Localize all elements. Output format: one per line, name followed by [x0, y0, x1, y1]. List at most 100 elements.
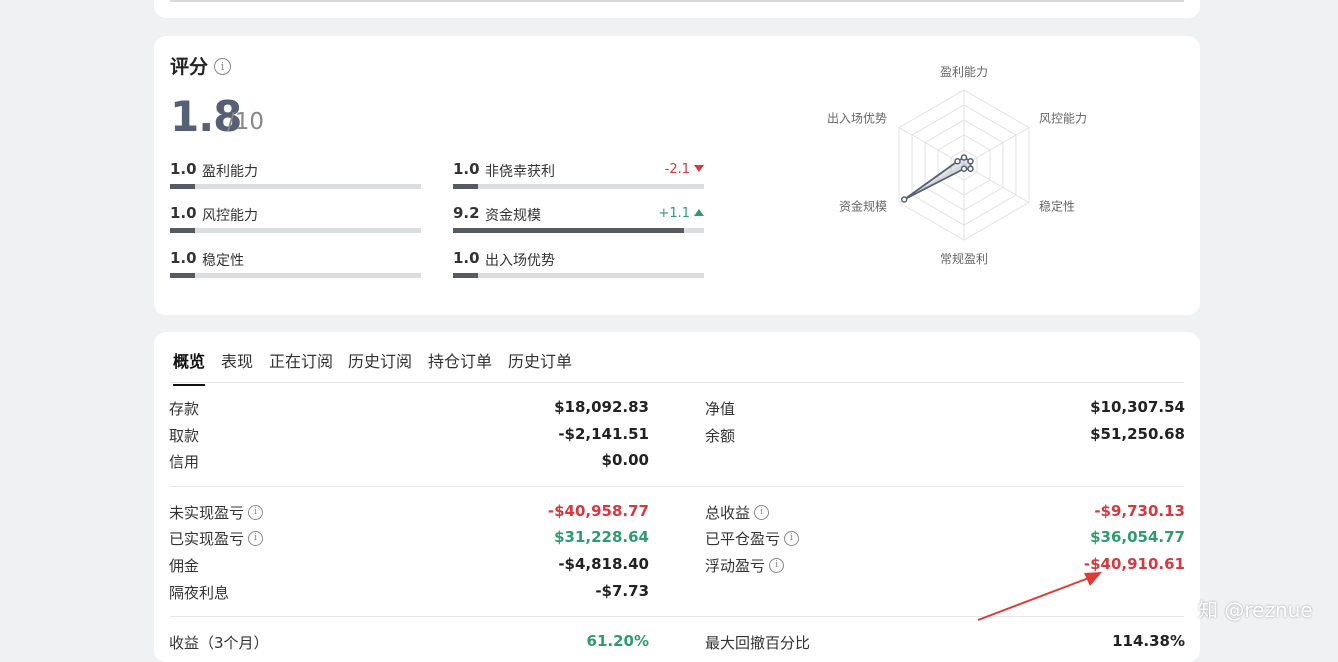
- tab-active-subscriptions[interactable]: 正在订阅: [269, 348, 333, 384]
- row-value: $36,054.77: [1090, 528, 1185, 546]
- score-title: 评分 i: [170, 52, 232, 79]
- metric-bar-fill: [170, 273, 196, 278]
- row-label-text: 浮动盈亏: [705, 557, 766, 575]
- metric-capital-scale: 9.2 资金规模 +1.1: [453, 204, 704, 234]
- divider: [170, 486, 1184, 487]
- row-label: 已实现盈亏 i: [169, 528, 264, 549]
- metric-value: 9.2: [453, 204, 480, 222]
- row-value: -$40,958.77: [547, 502, 649, 520]
- row-label: 收益（3个月）: [169, 634, 269, 652]
- metric-bar: [170, 184, 421, 189]
- radar-label: 稳定性: [1039, 199, 1075, 214]
- radar-point: [960, 154, 968, 161]
- tab-history-subscriptions[interactable]: 历史订阅: [348, 348, 412, 384]
- metric-bar: [453, 228, 704, 233]
- row-value: 61.20%: [586, 632, 649, 650]
- score-title-text: 评分: [170, 56, 209, 78]
- metric-value: 1.0: [170, 160, 197, 178]
- metric-profitability: 1.0 盈利能力: [170, 160, 421, 190]
- row-value: -$9,730.13: [1094, 502, 1185, 520]
- row-label: 浮动盈亏 i: [705, 555, 785, 576]
- down-triangle-icon: [694, 165, 704, 172]
- radar-axis: [963, 127, 1030, 166]
- radar-label: 常规盈利: [940, 251, 988, 266]
- row-label: 隔夜利息: [169, 584, 230, 602]
- metric-non-luck: 1.0 非侥幸获利 -2.1: [453, 160, 704, 190]
- row-value: -$4,818.40: [558, 555, 649, 573]
- row-label: 已平仓盈亏 i: [705, 528, 800, 549]
- row-label: 未实现盈亏 i: [169, 502, 264, 523]
- row-swap: 隔夜利息 -$7.73: [169, 582, 649, 604]
- metric-label: 盈利能力: [202, 164, 258, 180]
- metric-value: 1.0: [170, 204, 197, 222]
- previous-card: [154, 0, 1200, 18]
- metric-label: 稳定性: [202, 253, 244, 269]
- row-label-text: 已平仓盈亏: [705, 530, 781, 548]
- metric-label: 风控能力: [202, 208, 258, 224]
- row-value: -$7.73: [595, 582, 649, 600]
- row-label-text: 未实现盈亏: [169, 504, 245, 522]
- row-label: 最大回撤百分比: [705, 634, 811, 652]
- row-unrealized-pnl: 未实现盈亏 i -$40,958.77: [169, 502, 649, 524]
- row-label: 存款: [169, 400, 200, 418]
- tab-bar: 概览 表现 正在订阅 历史订阅 持仓订单 历史订单: [170, 346, 1184, 386]
- info-icon[interactable]: i: [754, 505, 770, 520]
- radar-label: 出入场优势: [827, 112, 887, 126]
- metric-bar: [453, 184, 704, 189]
- metric-entry-exit: 1.0 出入场优势: [453, 249, 704, 279]
- metric-change: -2.1: [665, 162, 704, 177]
- info-icon[interactable]: i: [769, 558, 785, 573]
- radar-label: 盈利能力: [940, 65, 988, 79]
- tab-history-orders[interactable]: 历史订单: [508, 348, 572, 384]
- row-balance: 余额 $51,250.68: [705, 425, 1185, 447]
- info-icon[interactable]: i: [214, 57, 232, 75]
- row-withdrawal: 取款 -$2,141.51: [169, 425, 649, 447]
- radar-chart: 盈利能力风控能力稳定性常规盈利 资金规模 出入场优势: [827, 65, 1087, 266]
- radar-point: [954, 158, 961, 165]
- row-closed-pnl: 已平仓盈亏 i $36,054.77: [705, 528, 1185, 550]
- row-label: 净值: [705, 400, 736, 418]
- radar-point: [960, 165, 968, 172]
- divider: [170, 0, 1184, 2]
- radar-point: [900, 196, 908, 203]
- tab-open-positions[interactable]: 持仓订单: [428, 348, 492, 384]
- metric-bar-fill: [453, 184, 479, 189]
- row-label: 取款: [169, 427, 200, 445]
- row-value: $0.00: [601, 451, 649, 469]
- radar-axis: [963, 164, 1030, 203]
- row-label: 余额: [705, 427, 736, 445]
- row-max-drawdown: 最大回撤百分比 114.38%: [705, 632, 1185, 654]
- radar-axis: [898, 127, 965, 166]
- metric-change-value: +1.1: [658, 206, 690, 221]
- row-label-text: 总收益: [705, 504, 751, 522]
- arrow-line: [977, 575, 1095, 621]
- metric-stability: 1.0 稳定性: [170, 249, 421, 279]
- up-triangle-icon: [694, 209, 704, 216]
- metric-bar: [170, 273, 421, 278]
- watermark: 知 @reznue: [1198, 598, 1313, 622]
- metric-value: 1.0: [453, 160, 480, 178]
- row-value: 114.38%: [1112, 632, 1185, 650]
- radar-point: [967, 158, 974, 165]
- info-icon[interactable]: i: [784, 531, 800, 546]
- metric-label: 非侥幸获利: [485, 164, 555, 180]
- metric-risk-control: 1.0 风控能力: [170, 204, 421, 234]
- row-total-profit: 总收益 i -$9,730.13: [705, 502, 1185, 524]
- row-label: 总收益 i: [705, 502, 770, 523]
- score-denominator: /10: [227, 109, 265, 135]
- tab-overview[interactable]: 概览: [173, 348, 206, 386]
- row-value: $18,092.83: [554, 398, 649, 416]
- metric-bar-fill: [453, 228, 684, 233]
- metric-label: 资金规模: [485, 208, 541, 224]
- row-deposit: 存款 $18,092.83: [169, 398, 649, 420]
- metric-bar-fill: [170, 228, 196, 233]
- info-icon[interactable]: i: [248, 531, 264, 546]
- tab-performance[interactable]: 表现: [221, 348, 253, 384]
- info-icon[interactable]: i: [248, 505, 264, 520]
- metric-value: 1.0: [453, 249, 480, 267]
- metric-change-value: -2.1: [664, 162, 690, 177]
- row-floating-pnl: 浮动盈亏 i -$40,910.61: [705, 555, 1185, 577]
- row-value: $10,307.54: [1090, 398, 1185, 416]
- radar-label: 资金规模: [839, 199, 887, 214]
- metric-bar-fill: [453, 273, 479, 278]
